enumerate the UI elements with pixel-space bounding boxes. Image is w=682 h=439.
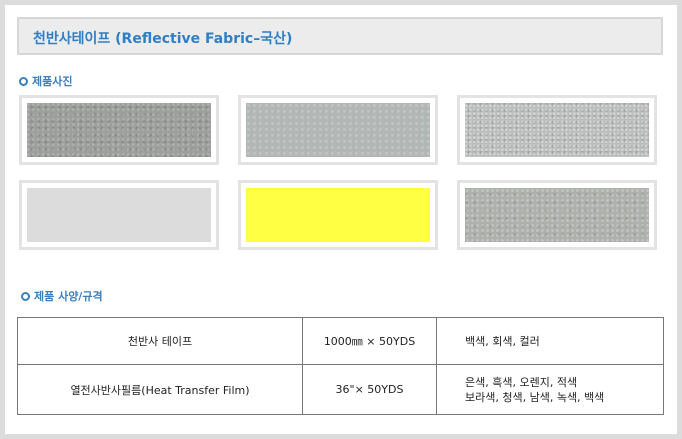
product-size-cell: 36"× 50YDS — [302, 364, 437, 415]
content-panel: 천반사테이프 (Reflective Fabric–국산) 제품사진 제품 사양… — [5, 5, 677, 434]
swatch-gray-sparkle-image — [465, 103, 649, 157]
color-list-line: 백색, 회색, 컬러 — [465, 334, 540, 348]
spec-table: 천반사 테이프 1000㎜ × 50YDS 백색, 회색, 컬러 열전사반사필름… — [17, 317, 664, 415]
bullet-icon — [21, 291, 30, 301]
swatch-gray-silver-image — [246, 103, 430, 157]
product-colors-cell: 은색, 흑색, 오렌지, 적색 보라색, 청색, 남색, 녹색, 백색 — [436, 364, 664, 415]
photo-frame-6[interactable] — [457, 180, 657, 250]
swatch-gray-textured-image — [465, 188, 649, 242]
product-size-cell: 1000㎜ × 50YDS — [302, 317, 437, 365]
product-name-cell: 열전사반사필름(Heat Transfer Film) — [17, 364, 303, 415]
product-name-cell: 천반사 테이프 — [17, 317, 303, 365]
swatch-yellow-image — [246, 188, 430, 242]
spec-section-label: 제품 사양/규격 — [34, 290, 103, 303]
page-title: 천반사테이프 (Reflective Fabric–국산) — [33, 31, 293, 47]
photo-frame-3[interactable] — [457, 95, 657, 165]
swatch-light-gray-image — [27, 188, 211, 242]
photo-frame-4[interactable] — [19, 180, 219, 250]
photos-section-label: 제품사진 — [32, 75, 73, 88]
color-list-line: 은색, 흑색, 오렌지, 적색 — [465, 375, 578, 389]
bullet-icon — [19, 76, 28, 86]
spec-section-heading: 제품 사양/규격 — [21, 288, 103, 304]
photos-section-heading: 제품사진 — [19, 73, 72, 89]
color-list-line: 보라색, 청색, 남색, 녹색, 백색 — [465, 390, 605, 404]
table-row: 천반사 테이프 1000㎜ × 50YDS 백색, 회색, 컬러 — [17, 317, 664, 365]
swatch-gray-dark-image — [27, 103, 211, 157]
table-row: 열전사반사필름(Heat Transfer Film) 36"× 50YDS 은… — [17, 364, 664, 415]
photo-frame-5[interactable] — [238, 180, 438, 250]
photo-frame-1[interactable] — [19, 95, 219, 165]
product-colors-cell: 백색, 회색, 컬러 — [436, 317, 664, 365]
title-bar: 천반사테이프 (Reflective Fabric–국산) — [17, 17, 663, 55]
photo-frame-2[interactable] — [238, 95, 438, 165]
